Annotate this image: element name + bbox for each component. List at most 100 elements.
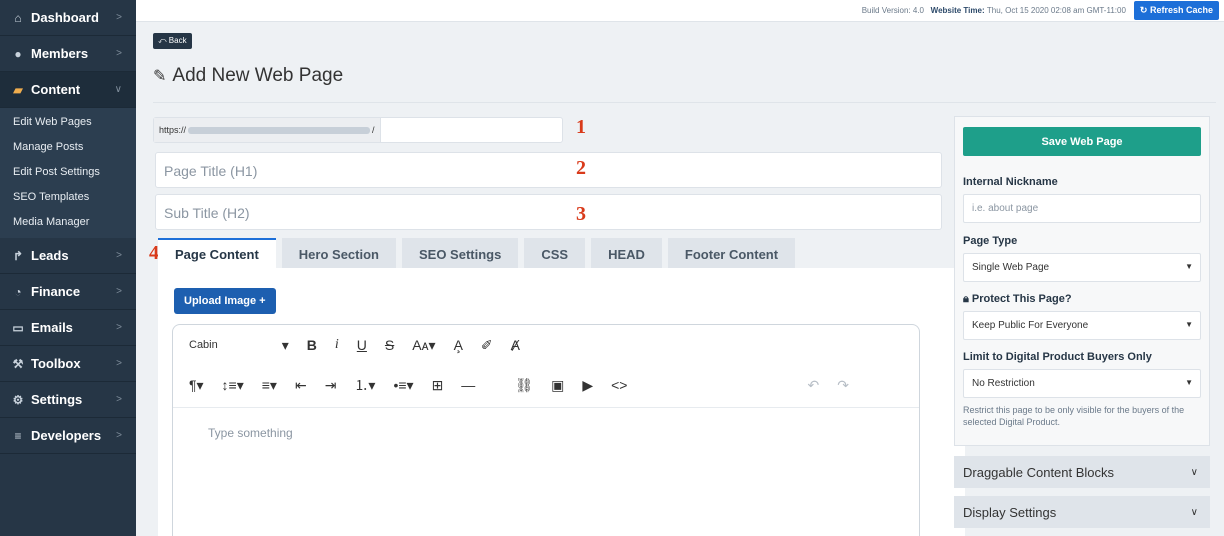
- clear-formatting-icon[interactable]: Ⱥ: [511, 337, 520, 353]
- editor-placeholder[interactable]: Type something: [208, 426, 293, 440]
- highlight-icon[interactable]: ✐: [481, 337, 493, 354]
- tab-hero-section[interactable]: Hero Section: [281, 238, 396, 268]
- chevron-right-icon: >: [116, 358, 122, 369]
- outdent-icon[interactable]: ⇤: [295, 377, 307, 394]
- tab-head[interactable]: HEAD: [591, 238, 662, 268]
- text-color-icon[interactable]: A̧: [454, 337, 463, 353]
- page-title-text: Add New Web Page: [172, 65, 344, 86]
- video-icon[interactable]: ▶: [582, 377, 593, 394]
- back-button[interactable]: ⤺ Back: [153, 33, 192, 49]
- align-icon[interactable]: ≡▾: [262, 377, 277, 394]
- build-version-value: 4.0: [912, 6, 924, 15]
- sidebar-item-label: Members: [31, 46, 89, 61]
- users-icon: ●: [14, 46, 22, 61]
- tab-page-content[interactable]: Page Content: [158, 238, 276, 268]
- protect-page-text: Protect This Page?: [971, 293, 1072, 305]
- build-version-label: Build Version:: [861, 6, 911, 15]
- bold-icon[interactable]: B: [307, 337, 317, 353]
- italic-icon[interactable]: i: [335, 337, 339, 353]
- chevron-right-icon: >: [116, 286, 122, 297]
- protect-page-select[interactable]: Keep Public For Everyone ▼: [963, 311, 1201, 340]
- chevron-right-icon: >: [116, 430, 122, 441]
- limit-buyers-value: No Restriction: [972, 378, 1035, 389]
- code-view-icon[interactable]: <>: [611, 377, 627, 393]
- sidebar-item-settings[interactable]: ⚙ Settings >: [0, 382, 136, 418]
- link-icon[interactable]: ⛓: [515, 377, 533, 394]
- content-tabs: Page Content Hero Section SEO Settings C…: [158, 238, 801, 268]
- url-slash: /: [372, 125, 375, 135]
- refresh-cache-button[interactable]: ↻ Refresh Cache: [1133, 1, 1219, 20]
- save-web-page-button[interactable]: Save Web Page: [963, 127, 1201, 156]
- image-icon[interactable]: ▣: [551, 377, 564, 394]
- back-arrow-icon: ⤺: [158, 36, 167, 45]
- submenu-item-edit-web-pages[interactable]: Edit Web Pages: [0, 110, 136, 135]
- divider: [153, 102, 1216, 103]
- paragraph-format-icon[interactable]: ¶▾: [189, 377, 204, 394]
- sidebar-item-label: Leads: [31, 248, 69, 263]
- sidebar-item-members[interactable]: ● Members >: [0, 36, 136, 72]
- accordion-title: Draggable Content Blocks: [963, 464, 1115, 480]
- tab-css[interactable]: CSS: [524, 238, 586, 268]
- limit-buyers-label: Limit to Digital Product Buyers Only: [963, 351, 1152, 363]
- submenu-item-seo-templates[interactable]: SEO Templates: [0, 185, 136, 210]
- page-type-value: Single Web Page: [972, 262, 1050, 273]
- limit-buyers-select[interactable]: No Restriction ▼: [963, 369, 1201, 398]
- sidebar-item-label: Dashboard: [31, 10, 99, 25]
- page-title-input[interactable]: Page Title (H1): [155, 152, 942, 188]
- font-dropdown-caret-icon[interactable]: ▾: [282, 337, 289, 354]
- accordion-title: Display Settings: [963, 504, 1057, 520]
- internal-nickname-input[interactable]: i.e. about page: [963, 194, 1201, 223]
- line-height-icon[interactable]: ↕≡▾: [222, 377, 244, 394]
- sidebar-item-emails[interactable]: ▭ Emails >: [0, 310, 136, 346]
- redo-icon[interactable]: ↷: [837, 377, 849, 394]
- table-icon[interactable]: ⊞: [432, 377, 444, 394]
- chevron-down-icon: ∨: [1190, 466, 1198, 478]
- indent-icon[interactable]: ⇥: [325, 377, 337, 394]
- sidebar-item-leads[interactable]: ↱ Leads >: [0, 238, 136, 274]
- font-family-select[interactable]: Cabin: [189, 339, 218, 351]
- tab-seo-settings[interactable]: SEO Settings: [401, 238, 519, 268]
- sidebar-item-content[interactable]: ▰ Content ∨: [0, 72, 136, 108]
- sidebar-item-label: Finance: [31, 284, 81, 299]
- website-time-label: Website Time:: [930, 6, 985, 15]
- page-type-select[interactable]: Single Web Page ▼: [963, 253, 1201, 282]
- strikethrough-icon[interactable]: S: [385, 337, 394, 353]
- select-caret-icon: ▼: [1185, 378, 1193, 387]
- sidebar-item-dashboard[interactable]: ⌂ Dashboard >: [0, 0, 136, 36]
- font-size-icon[interactable]: Aᴀ▾: [412, 337, 435, 354]
- chevron-right-icon: >: [116, 394, 122, 405]
- sidebar-item-toolbox[interactable]: ⚒ Toolbox >: [0, 346, 136, 382]
- limit-buyers-help-text: Restrict this page to be only visible fo…: [963, 405, 1185, 427]
- submenu-item-edit-post-settings[interactable]: Edit Post Settings: [0, 160, 136, 185]
- underline-icon[interactable]: U: [357, 337, 367, 353]
- upload-image-button[interactable]: Upload Image +: [174, 288, 276, 314]
- url-field[interactable]: https:// /: [153, 117, 563, 143]
- chevron-right-icon: >: [116, 250, 122, 261]
- sidebar-item-finance[interactable]: ◔ Finance >: [0, 274, 136, 310]
- sub-title-input[interactable]: Sub Title (H2): [155, 194, 942, 230]
- page-title: ✎ Add New Web Page: [153, 65, 343, 87]
- sidebar-item-label: Toolbox: [31, 356, 81, 371]
- ordered-list-icon[interactable]: ⒈▾: [354, 375, 375, 395]
- sliders-icon: ≡: [14, 428, 22, 443]
- gear-icon: ⚙: [12, 392, 24, 407]
- marker-3: 3: [576, 203, 586, 225]
- protect-page-value: Keep Public For Everyone: [972, 320, 1089, 331]
- draggable-content-blocks-accordion[interactable]: Draggable Content Blocks ∨: [954, 456, 1210, 488]
- sidebar-item-label: Developers: [31, 428, 102, 443]
- submenu-item-media-manager[interactable]: Media Manager: [0, 210, 136, 235]
- chevron-down-icon: ∨: [1190, 506, 1198, 518]
- refresh-icon: ↻: [1139, 5, 1148, 15]
- editor-toolbar-row-2: ¶▾ ↕≡▾ ≡▾ ⇤ ⇥ ⒈▾ •≡▾ ⊞ — ⛓ ▣ ▶ <> ↶ ↷: [173, 365, 919, 405]
- blurred-domain: [188, 126, 371, 134]
- select-caret-icon: ▼: [1185, 320, 1193, 329]
- submenu-item-manage-posts[interactable]: Manage Posts: [0, 135, 136, 160]
- wrench-icon: ⚒: [12, 356, 24, 371]
- horizontal-line-icon[interactable]: —: [461, 377, 475, 393]
- undo-icon[interactable]: ↶: [807, 377, 819, 394]
- unordered-list-icon[interactable]: •≡▾: [393, 377, 413, 394]
- tab-footer-content[interactable]: Footer Content: [667, 238, 796, 268]
- select-caret-icon: ▼: [1185, 262, 1193, 271]
- sidebar-item-developers[interactable]: ≡ Developers >: [0, 418, 136, 454]
- display-settings-accordion[interactable]: Display Settings ∨: [954, 496, 1210, 528]
